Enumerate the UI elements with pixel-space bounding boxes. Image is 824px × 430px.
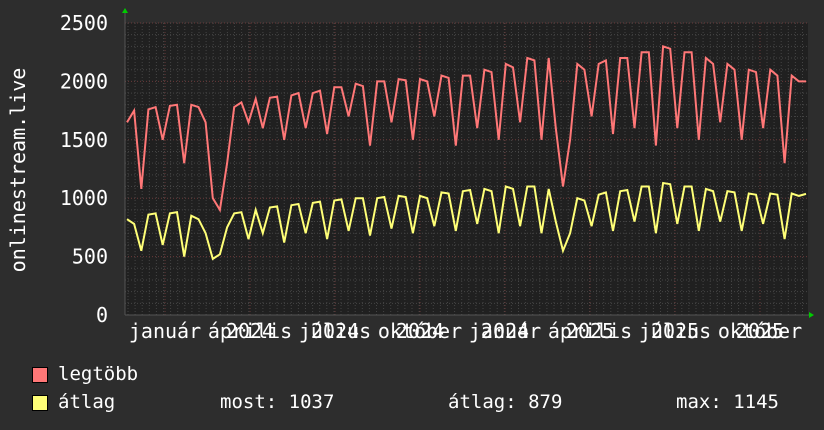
y-tick-label: 2000	[60, 69, 108, 93]
y-tick-label: 1500	[60, 128, 108, 152]
y-tick-label: 500	[72, 245, 108, 269]
x-tick-year: 2025	[736, 319, 784, 343]
x-tick-year: 2024	[311, 319, 359, 343]
stat-max: max: 1145	[676, 391, 779, 413]
y-tick-label: 2500	[60, 11, 108, 35]
x-tick-year: 2025	[651, 319, 699, 343]
x-tick-year: 2024	[396, 319, 444, 343]
legend-swatch-max	[32, 367, 48, 383]
legend-max-label: legtöbb	[58, 363, 139, 385]
x-tick-month: január	[129, 319, 201, 343]
y-axis-label: onlinestream.live	[6, 67, 30, 273]
stat-now: most: 1037	[220, 391, 335, 413]
stat-avg: átlag: 879	[448, 391, 563, 413]
y-axis-arrow	[122, 8, 128, 13]
x-axis-arrow	[809, 312, 814, 318]
legend-avg-label: átlag	[58, 391, 116, 413]
y-tick-label: 0	[96, 303, 108, 327]
x-tick-year: 2024	[481, 319, 529, 343]
x-tick-year: 2024	[226, 319, 274, 343]
x-tick-year: 2025	[566, 319, 614, 343]
legend-swatch-avg	[32, 395, 48, 411]
y-tick-label: 1000	[60, 186, 108, 210]
